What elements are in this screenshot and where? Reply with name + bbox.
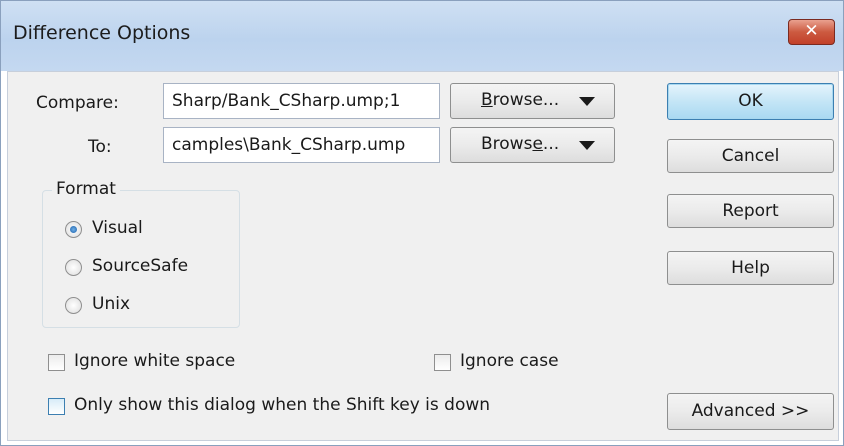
radio-selected-icon[interactable]	[65, 221, 82, 238]
dropdown-arrow-icon	[579, 141, 595, 150]
close-icon: ✕	[804, 21, 819, 41]
format-option-label: Visual	[92, 218, 143, 238]
dropdown-arrow-icon	[579, 97, 595, 106]
title-bar[interactable]: Difference Options ✕	[1, 1, 843, 71]
ignore-white-space-checkbox[interactable]	[48, 354, 65, 371]
compare-label: Compare:	[36, 93, 119, 113]
compare-input[interactable]: Sharp/Bank_CSharp.ump;1	[163, 83, 440, 119]
to-input-value: camples\Bank_CSharp.ump	[172, 135, 406, 155]
dialog-body: Compare: Sharp/Bank_CSharp.ump;1 Browse.…	[7, 71, 839, 441]
ok-button[interactable]: OK	[667, 83, 834, 120]
to-label: To:	[88, 137, 112, 157]
radio-dot-icon	[70, 226, 77, 233]
to-browse-button[interactable]: Browse...	[450, 127, 615, 163]
ignore-case-checkbox[interactable]	[434, 354, 451, 371]
help-button[interactable]: Help	[667, 251, 834, 285]
difference-options-dialog: Difference Options ✕ Compare: Sharp/Bank…	[0, 0, 844, 446]
only-show-dialog-checkbox[interactable]	[48, 398, 65, 415]
to-input[interactable]: camples\Bank_CSharp.ump	[163, 127, 440, 163]
radio-icon[interactable]	[65, 259, 82, 276]
format-option-label: Unix	[92, 294, 131, 314]
radio-icon[interactable]	[65, 297, 82, 314]
compare-browse-button[interactable]: Browse...	[450, 83, 615, 119]
format-group-title: Format	[52, 179, 120, 199]
to-browse-label: Browse...	[481, 134, 560, 154]
format-option-label: SourceSafe	[92, 256, 189, 276]
ignore-case-label: Ignore case	[460, 351, 559, 371]
close-button[interactable]: ✕	[788, 19, 835, 45]
compare-browse-label: Browse...	[481, 90, 560, 110]
ignore-white-space-label: Ignore white space	[74, 351, 236, 371]
only-show-dialog-label: Only show this dialog when the Shift key…	[74, 395, 491, 415]
window-title: Difference Options	[13, 22, 191, 44]
advanced-button[interactable]: Advanced >>	[667, 393, 834, 430]
compare-input-value: Sharp/Bank_CSharp.ump;1	[172, 91, 401, 111]
report-button[interactable]: Report	[667, 194, 834, 228]
cancel-button[interactable]: Cancel	[667, 139, 834, 173]
